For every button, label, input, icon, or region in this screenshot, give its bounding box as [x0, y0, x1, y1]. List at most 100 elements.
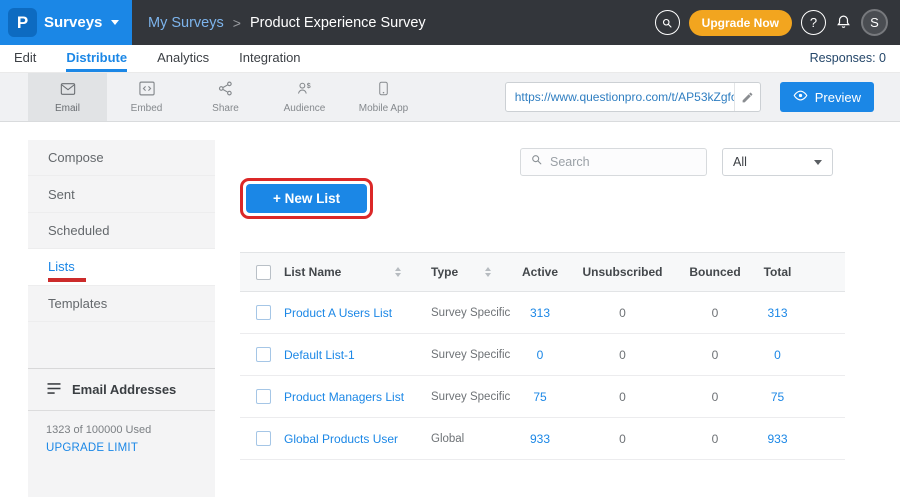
- channel-label: Mobile App: [359, 103, 408, 114]
- row-checkbox[interactable]: [256, 431, 271, 446]
- lists-panel: All + New List List Name Type: [215, 140, 875, 460]
- bounced-count: 0: [680, 306, 750, 320]
- channel-label: Share: [212, 103, 239, 114]
- sort-icon[interactable]: [485, 267, 491, 277]
- row-checkbox[interactable]: [256, 305, 271, 320]
- search-icon: [530, 153, 543, 171]
- help-glyph: ?: [810, 15, 817, 30]
- header-bounced: Bounced: [680, 265, 750, 279]
- total-count[interactable]: 313: [750, 306, 805, 320]
- list-name-link[interactable]: Product A Users List: [280, 306, 425, 320]
- product-name: Surveys: [44, 14, 102, 31]
- total-count[interactable]: 933: [750, 432, 805, 446]
- channel-mobile-app[interactable]: Mobile App: [344, 73, 423, 121]
- breadcrumb-current-survey: Product Experience Survey: [250, 15, 426, 31]
- header-type: Type: [431, 265, 458, 279]
- content-area: Compose Sent Scheduled Lists Templates: [0, 122, 900, 497]
- distribute-toolbar: Email Embed Share $ Audience: [0, 73, 900, 122]
- list-search-box[interactable]: [520, 148, 707, 176]
- svg-text:$: $: [307, 82, 311, 90]
- chevron-down-icon: [111, 20, 119, 25]
- email-addresses-header: Email Addresses: [28, 369, 215, 411]
- list-type: Global: [425, 433, 515, 445]
- red-annotation-underline: [48, 278, 86, 282]
- edit-url-pencil-icon[interactable]: [734, 83, 760, 111]
- search-icon[interactable]: [655, 10, 680, 35]
- sidebar-item-label: Sent: [48, 187, 75, 202]
- table-row: Product Managers List Survey Specific 75…: [240, 376, 845, 418]
- channel-audience[interactable]: $ Audience: [265, 73, 344, 121]
- search-input[interactable]: [550, 155, 697, 169]
- channel-email[interactable]: Email: [28, 73, 107, 121]
- sidebar-item-label: Lists: [48, 259, 75, 274]
- sidebar-item-label: Scheduled: [48, 223, 109, 238]
- header-unsubscribed: Unsubscribed: [565, 265, 680, 279]
- channel-label: Email: [55, 103, 80, 114]
- row-checkbox[interactable]: [256, 347, 271, 362]
- tab-integration[interactable]: Integration: [239, 45, 300, 72]
- preview-label: Preview: [815, 90, 861, 105]
- product-switcher[interactable]: P Surveys: [0, 0, 132, 45]
- sidebar-item-sent[interactable]: Sent: [28, 176, 215, 212]
- total-count[interactable]: 75: [750, 390, 805, 404]
- email-usage-count: 1323 of 100000 Used: [28, 411, 215, 439]
- active-count[interactable]: 75: [515, 390, 565, 404]
- preview-button[interactable]: Preview: [780, 82, 874, 112]
- toolbar-right: https://www.questionpro.com/t/AP53kZgfo …: [505, 82, 900, 112]
- table-header-row: List Name Type Active Unsubscribed Bounc…: [240, 252, 845, 292]
- sort-icon[interactable]: [395, 267, 401, 277]
- channel-embed[interactable]: Embed: [107, 73, 186, 121]
- row-checkbox[interactable]: [256, 389, 271, 404]
- red-annotation-box: + New List: [240, 178, 373, 219]
- questionpro-logo: P: [8, 8, 37, 37]
- survey-url-field[interactable]: https://www.questionpro.com/t/AP53kZgfo: [505, 82, 761, 112]
- list-type: Survey Specific: [425, 307, 515, 319]
- sidebar-item-compose[interactable]: Compose: [28, 140, 215, 176]
- select-all-checkbox[interactable]: [256, 265, 271, 280]
- new-list-button[interactable]: + New List: [246, 184, 367, 213]
- list-name-link[interactable]: Default List-1: [280, 348, 425, 362]
- tab-distribute[interactable]: Distribute: [66, 45, 127, 72]
- list-filter-dropdown[interactable]: All: [722, 148, 833, 176]
- unsubscribed-count: 0: [565, 348, 680, 362]
- bounced-count: 0: [680, 432, 750, 446]
- sidebar-item-label: Templates: [48, 296, 107, 311]
- upgrade-now-button[interactable]: Upgrade Now: [689, 10, 792, 36]
- audience-icon: $: [295, 80, 314, 100]
- new-list-row: + New List: [240, 178, 875, 219]
- user-avatar[interactable]: S: [861, 9, 888, 36]
- tab-edit[interactable]: Edit: [14, 45, 36, 72]
- header-total: Total: [750, 265, 805, 279]
- table-row: Global Products User Global 933 0 0 933: [240, 418, 845, 460]
- table-row: Default List-1 Survey Specific 0 0 0 0: [240, 334, 845, 376]
- upgrade-limit-link[interactable]: UPGRADE LIMIT: [28, 439, 215, 457]
- bounced-count: 0: [680, 390, 750, 404]
- help-icon[interactable]: ?: [801, 10, 826, 35]
- avatar-letter: S: [870, 15, 879, 30]
- lists-table: List Name Type Active Unsubscribed Bounc…: [240, 252, 845, 460]
- embed-icon: [138, 80, 156, 100]
- channel-share[interactable]: Share: [186, 73, 265, 121]
- channel-label: Embed: [131, 103, 163, 114]
- sidebar-item-lists[interactable]: Lists: [28, 249, 215, 285]
- breadcrumb-my-surveys[interactable]: My Surveys: [148, 15, 224, 31]
- questionpro-distribute-page: P Surveys My Surveys > Product Experienc…: [0, 0, 900, 497]
- list-name-link[interactable]: Global Products User: [280, 432, 425, 446]
- responses-count: Responses: 0: [810, 45, 886, 72]
- bounced-count: 0: [680, 348, 750, 362]
- topbar-actions: Upgrade Now ? S: [655, 9, 900, 36]
- total-count[interactable]: 0: [750, 348, 805, 362]
- sidebar-item-scheduled[interactable]: Scheduled: [28, 213, 215, 249]
- sidebar-item-label: Compose: [48, 150, 104, 165]
- active-count[interactable]: 0: [515, 348, 565, 362]
- list-name-link[interactable]: Product Managers List: [280, 390, 425, 404]
- active-count[interactable]: 933: [515, 432, 565, 446]
- sidebar-item-templates[interactable]: Templates: [28, 286, 215, 322]
- survey-nav-tabs: Edit Distribute Analytics Integration Re…: [0, 45, 900, 73]
- email-addresses-title: Email Addresses: [72, 382, 176, 397]
- list-type: Survey Specific: [425, 391, 515, 403]
- survey-url: https://www.questionpro.com/t/AP53kZgfo: [506, 90, 734, 104]
- active-count[interactable]: 313: [515, 306, 565, 320]
- tab-analytics[interactable]: Analytics: [157, 45, 209, 72]
- notifications-bell-icon[interactable]: [835, 14, 852, 31]
